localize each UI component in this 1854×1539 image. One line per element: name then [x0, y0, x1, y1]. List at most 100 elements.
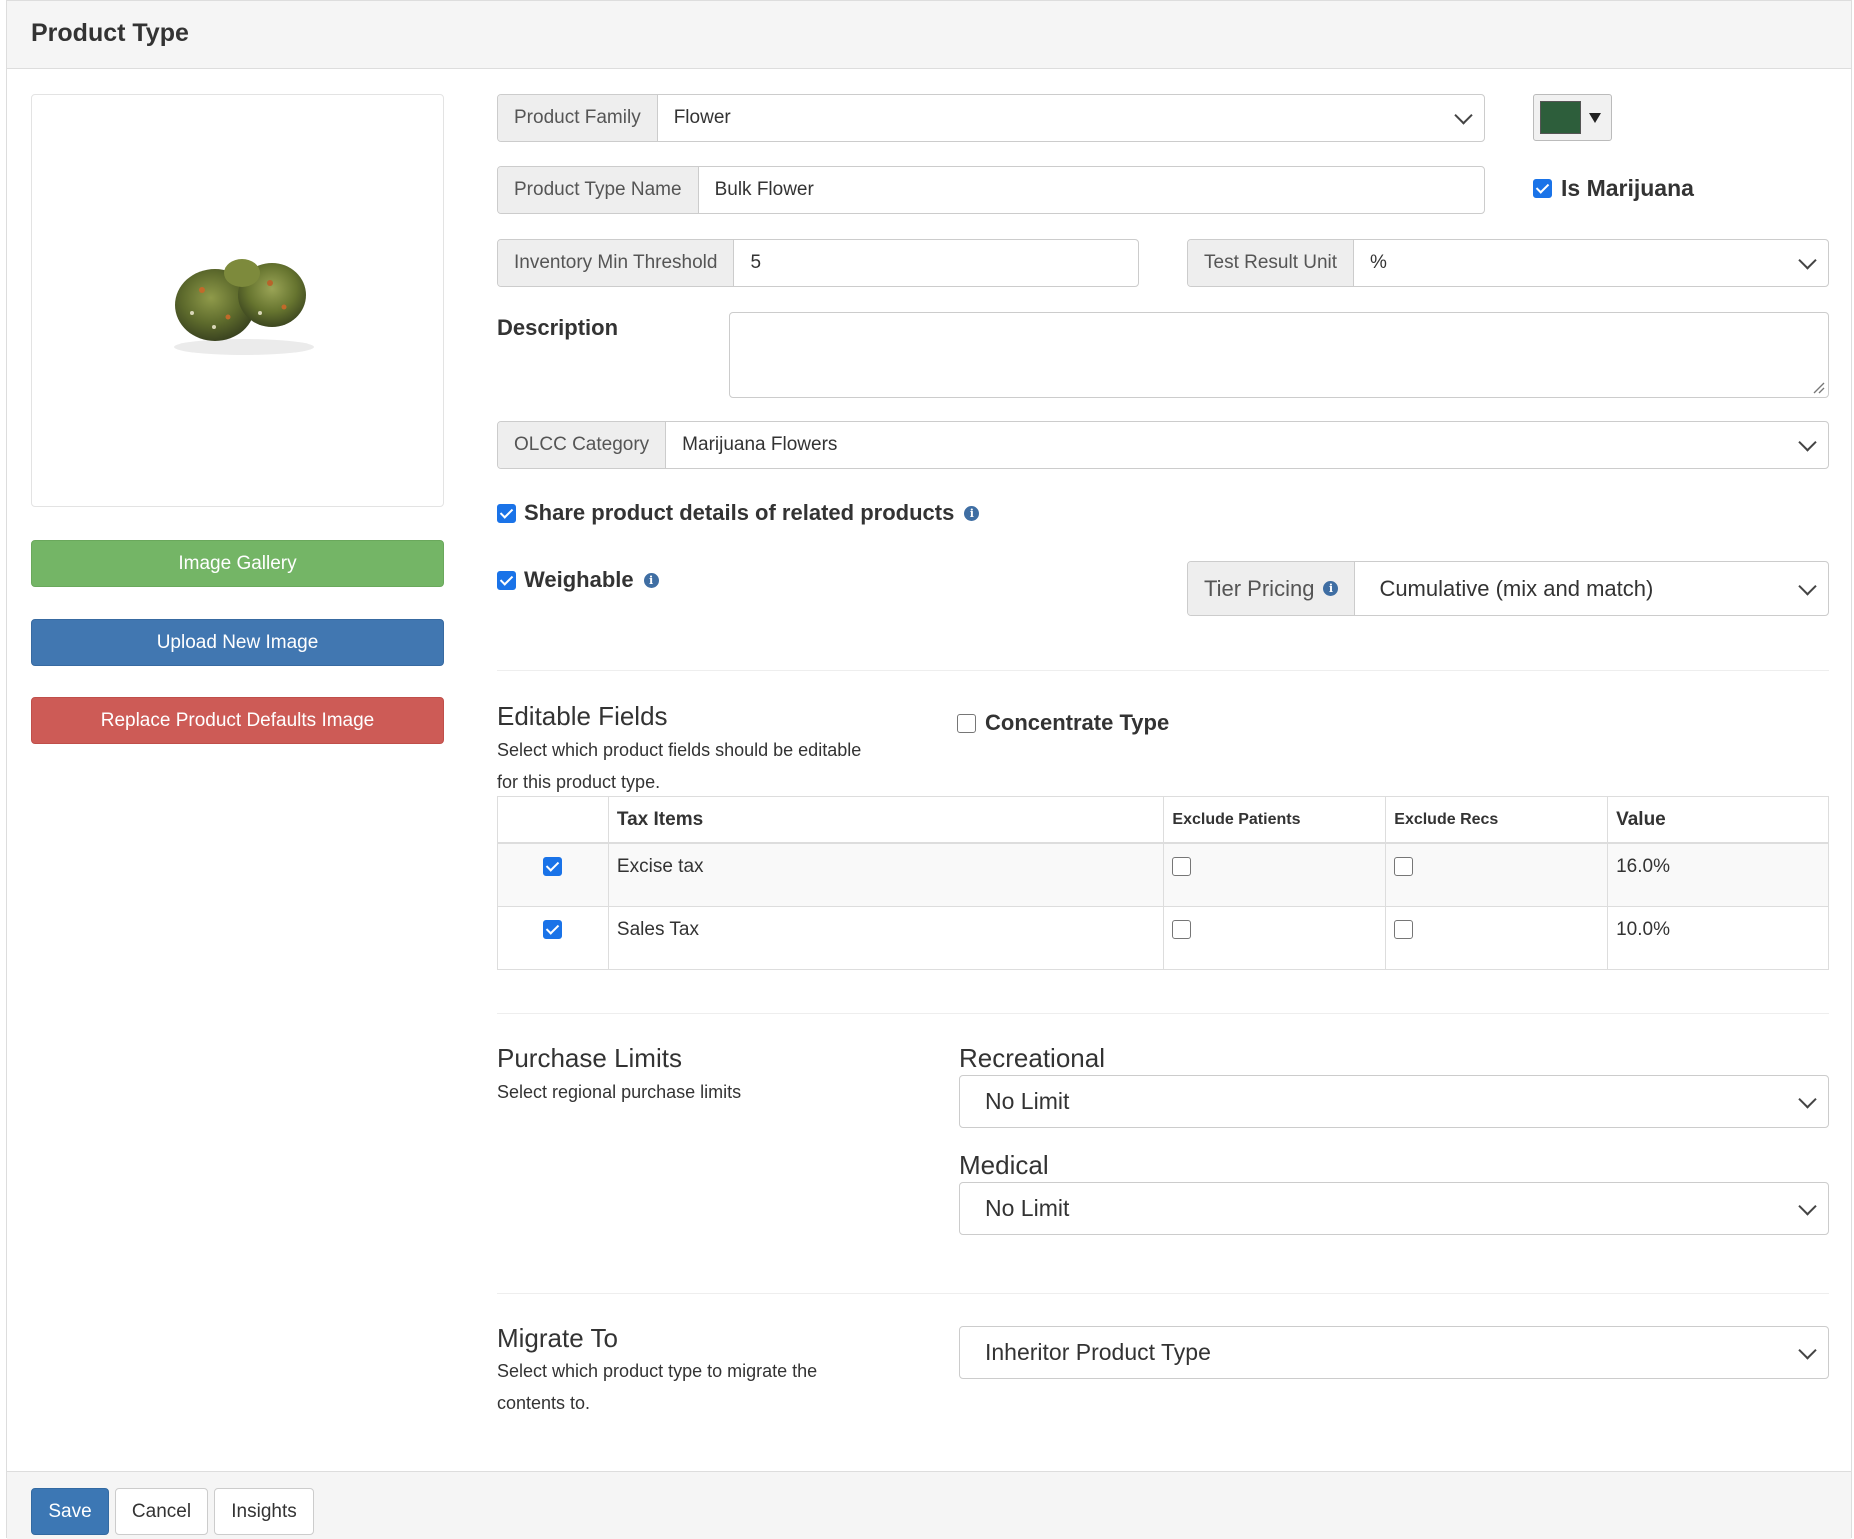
tier-pricing-group: Tier Pricing i Cumulative (mix and match…: [1187, 561, 1829, 616]
product-family-value: Flower: [673, 107, 731, 128]
test-result-unit-group: Test Result Unit %: [1187, 239, 1829, 287]
cancel-button[interactable]: Cancel: [115, 1488, 208, 1535]
table-cell-exclude-recs: [1385, 906, 1609, 970]
tier-pricing-label-cell: Tier Pricing i: [1188, 562, 1356, 615]
chevron-down-icon: [1454, 106, 1473, 125]
exclude-patients-checkbox[interactable]: [1172, 920, 1192, 940]
olcc-category-label: OLCC Category: [498, 422, 667, 468]
page: Product Type Image Gallery Upload New Im…: [0, 0, 1854, 1539]
description-textarea[interactable]: [729, 312, 1829, 398]
table-cell-select: [497, 842, 609, 907]
inventory-min-threshold-group: Inventory Min Threshold 5: [497, 239, 1139, 287]
tier-pricing-value: Cumulative (mix and match): [1379, 575, 1654, 601]
test-result-unit-value: %: [1370, 252, 1387, 273]
table-header-select: [497, 796, 609, 844]
chevron-down-icon: [1798, 1196, 1817, 1216]
color-swatch: [1540, 101, 1581, 134]
product-family-group: Product Family Flower: [497, 94, 1485, 142]
weighable-label: Weighable: [524, 567, 634, 592]
replace-defaults-image-button[interactable]: Replace Product Defaults Image: [31, 697, 444, 744]
migrate-to-select[interactable]: Inheritor Product Type: [959, 1326, 1829, 1379]
resize-handle-icon[interactable]: [1811, 380, 1825, 394]
table-cell-select: [497, 906, 609, 970]
is-marijuana-row: Is Marijuana: [1533, 173, 1694, 203]
page-title: Product Type: [31, 19, 189, 47]
upload-new-image-button[interactable]: Upload New Image: [31, 619, 444, 666]
tier-pricing-select[interactable]: Cumulative (mix and match): [1355, 562, 1828, 615]
product-image-frame: [31, 94, 444, 507]
chevron-down-icon: [1798, 1089, 1817, 1109]
share-details-checkbox[interactable]: [497, 503, 516, 523]
table-header-exclude-recs: Exclude Recs: [1385, 796, 1609, 844]
cannabis-bud-image: [174, 259, 314, 355]
product-family-label: Product Family: [498, 95, 658, 141]
editable-fields-subtitle-2: for this product type.: [497, 772, 661, 792]
tax-items-table: Tax Items Exclude Patients Exclude Recs …: [497, 796, 1829, 970]
table-cell-exclude-patients: [1163, 842, 1387, 907]
product-type-name-label: Product Type Name: [498, 167, 699, 213]
panel-header: Product Type: [7, 1, 1851, 69]
tax-row-checkbox[interactable]: [543, 920, 563, 940]
caret-down-icon: [1589, 112, 1601, 123]
product-family-select[interactable]: Flower: [658, 95, 1484, 141]
share-details-row: Share product details of related product…: [497, 498, 980, 528]
editable-fields-title: Editable Fields: [497, 701, 668, 731]
table-row: Excise tax 16.0%: [497, 842, 1829, 907]
weighable-row: Weighable i: [497, 565, 659, 595]
tax-item-name: Excise tax: [607, 842, 1165, 907]
chevron-down-icon: [1798, 1340, 1817, 1360]
color-picker-button[interactable]: [1533, 94, 1612, 141]
purchase-limits-title: Purchase Limits: [497, 1043, 682, 1073]
chevron-down-icon: [1798, 433, 1817, 452]
table-cell-exclude-recs: [1385, 842, 1609, 907]
inventory-min-threshold-label: Inventory Min Threshold: [498, 240, 735, 286]
recreational-limit-value: No Limit: [985, 1088, 1070, 1114]
divider: [497, 1293, 1829, 1294]
test-result-unit-label: Test Result Unit: [1188, 240, 1355, 286]
tax-row-checkbox[interactable]: [543, 857, 563, 877]
table-header-value: Value: [1607, 796, 1829, 844]
table-cell-exclude-patients: [1163, 906, 1387, 970]
product-type-panel: Product Type Image Gallery Upload New Im…: [6, 0, 1852, 1539]
is-marijuana-label: Is Marijuana: [1561, 174, 1694, 201]
exclude-recs-checkbox[interactable]: [1394, 857, 1414, 877]
info-icon[interactable]: i: [964, 505, 980, 521]
chevron-down-icon: [1798, 251, 1817, 270]
medical-limit-select[interactable]: No Limit: [959, 1182, 1829, 1235]
product-type-name-group: Product Type Name Bulk Flower: [497, 166, 1485, 214]
migrate-to-value: Inheritor Product Type: [985, 1339, 1211, 1365]
medical-limit-value: No Limit: [985, 1195, 1070, 1221]
product-type-name-input[interactable]: Bulk Flower: [699, 167, 1484, 213]
migrate-to-subtitle-2: contents to.: [497, 1393, 591, 1413]
image-gallery-button[interactable]: Image Gallery: [31, 540, 444, 587]
recreational-label: Recreational: [959, 1043, 1105, 1073]
test-result-unit-select[interactable]: %: [1354, 240, 1828, 286]
info-icon[interactable]: i: [643, 572, 659, 588]
table-header-row: Tax Items Exclude Patients Exclude Recs …: [497, 796, 1829, 844]
weighable-checkbox[interactable]: [497, 570, 516, 590]
description-label: Description: [497, 315, 619, 340]
divider: [497, 1013, 1829, 1014]
table-row: Sales Tax 10.0%: [497, 906, 1829, 970]
insights-button[interactable]: Insights: [214, 1488, 314, 1535]
purchase-limits-subtitle: Select regional purchase limits: [497, 1082, 742, 1102]
exclude-patients-checkbox[interactable]: [1172, 857, 1192, 877]
share-details-label: Share product details of related product…: [524, 500, 955, 525]
inventory-min-threshold-input[interactable]: 5: [734, 240, 1138, 286]
recreational-limit-select[interactable]: No Limit: [959, 1075, 1829, 1128]
product-type-name-value: Bulk Flower: [714, 179, 814, 200]
info-icon[interactable]: i: [1323, 581, 1339, 596]
table-header-exclude-patients: Exclude Patients: [1163, 796, 1387, 844]
tax-item-value: 10.0%: [1607, 906, 1829, 970]
save-button[interactable]: Save: [31, 1488, 109, 1535]
migrate-to-subtitle-1: Select which product type to migrate the: [497, 1361, 818, 1381]
tier-pricing-label: Tier Pricing: [1204, 575, 1315, 601]
olcc-category-value: Marijuana Flowers: [682, 434, 838, 455]
concentrate-type-checkbox[interactable]: [957, 713, 976, 733]
concentrate-type-label: Concentrate Type: [985, 710, 1170, 735]
exclude-recs-checkbox[interactable]: [1394, 920, 1414, 940]
chevron-down-icon: [1798, 576, 1817, 596]
is-marijuana-checkbox[interactable]: [1533, 178, 1552, 198]
olcc-category-select[interactable]: Marijuana Flowers: [666, 422, 1828, 468]
concentrate-type-row: Concentrate Type: [957, 708, 1169, 738]
